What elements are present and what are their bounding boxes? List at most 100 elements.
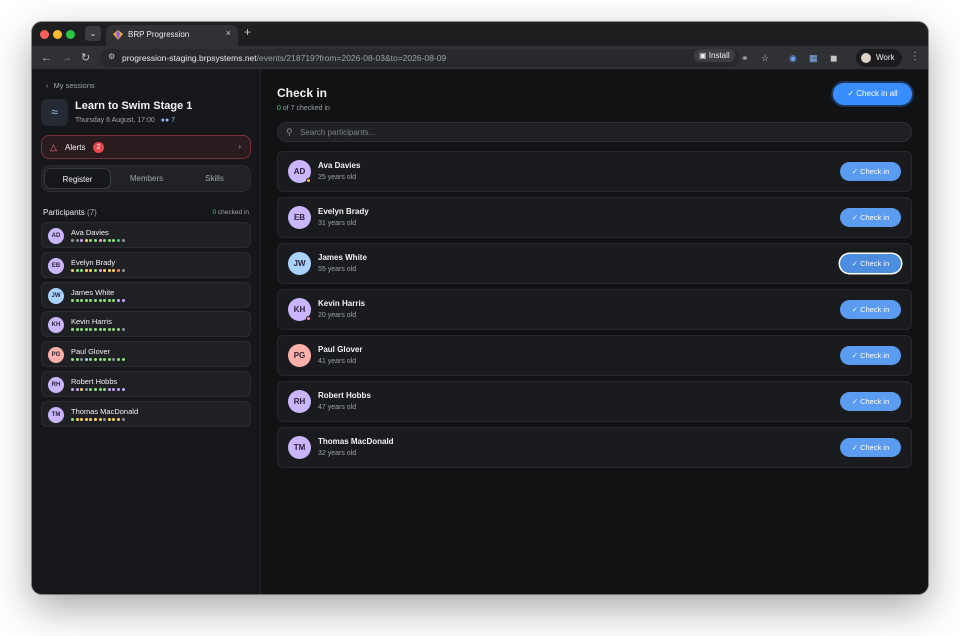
check-icon: ✓ bbox=[851, 351, 861, 360]
profile-button[interactable]: Work bbox=[856, 49, 902, 67]
swim-wave-icon: ≈ bbox=[41, 99, 68, 126]
search-box: ⚲ bbox=[277, 122, 912, 142]
participant-name: Ava Davies bbox=[318, 161, 361, 170]
skill-dot bbox=[98, 268, 102, 272]
participant-age: 55 years old bbox=[318, 266, 357, 273]
participant-name: Paul Glover bbox=[318, 345, 363, 354]
site-settings-icon[interactable]: ⚙ bbox=[108, 52, 115, 61]
page-content: ‹ My sessions ≈ Learn to Swim Stage 1 Thu… bbox=[32, 70, 928, 594]
back-arrow-icon[interactable]: ← bbox=[41, 51, 52, 65]
skill-dot bbox=[112, 298, 116, 302]
address-bar[interactable]: ⚙ progression-staging.brpsystems.net/eve… bbox=[100, 49, 740, 67]
participant-item[interactable]: AD Ava Davies bbox=[41, 222, 251, 248]
skill-dot bbox=[103, 328, 107, 332]
bookmark-star-icon[interactable]: ☆ bbox=[761, 52, 769, 64]
skill-dot bbox=[116, 239, 120, 242]
tab-members[interactable]: Members bbox=[113, 168, 180, 189]
skill-dot bbox=[71, 358, 74, 362]
skill-dot bbox=[107, 268, 111, 272]
profile-label: Work bbox=[876, 53, 895, 62]
avatar: AD bbox=[48, 228, 64, 244]
skill-dot bbox=[75, 298, 79, 302]
check-in-label: Check in bbox=[860, 305, 890, 314]
minimize-window-button[interactable] bbox=[53, 30, 62, 39]
skill-dot bbox=[75, 268, 79, 272]
skill-dot bbox=[103, 239, 107, 242]
translate-icon[interactable]: ▦ bbox=[809, 52, 818, 64]
session-datetime: Thursday 6 August, 17:00 bbox=[75, 117, 155, 124]
browser-toolbar: ← → ↻ ⚙ progression-staging.brpsystems.n… bbox=[32, 46, 928, 70]
participant-name: Robert Hobbs bbox=[318, 391, 371, 400]
check-in-button[interactable]: ✓ Check in bbox=[840, 254, 901, 273]
checked-in-suffix: of 7 checked in bbox=[282, 105, 330, 112]
warning-triangle-icon: △ bbox=[50, 142, 57, 152]
tab-search-button[interactable]: ⌄ bbox=[85, 26, 101, 41]
participant-item[interactable]: PG Paul Glover bbox=[41, 341, 251, 368]
install-app-button[interactable]: ▣ Install bbox=[694, 49, 735, 62]
check-in-label: Check in bbox=[860, 397, 890, 406]
skill-dot bbox=[80, 417, 84, 421]
skill-dot bbox=[93, 358, 97, 362]
skill-dot bbox=[98, 417, 102, 421]
reload-icon[interactable]: ↻ bbox=[81, 51, 90, 65]
session-count: 7 bbox=[171, 117, 176, 124]
tab-title: BRP Progression bbox=[128, 30, 190, 39]
avatar-initials: KH bbox=[293, 305, 306, 314]
extensions-puzzle-icon[interactable]: ◼ bbox=[830, 52, 837, 64]
back-label: My sessions bbox=[53, 81, 95, 90]
check-in-button[interactable]: ✓ Check in bbox=[840, 392, 901, 411]
check-in-button[interactable]: ✓ Check in bbox=[840, 438, 901, 457]
check-in-button[interactable]: ✓ Check in bbox=[840, 300, 901, 319]
participant-item[interactable]: JW James White bbox=[41, 281, 251, 308]
participant-item[interactable]: TM Thomas MacDonald bbox=[41, 400, 251, 427]
check-in-button[interactable]: ✓ Check in bbox=[840, 208, 901, 227]
check-icon: ✓ bbox=[851, 443, 861, 452]
participant-item[interactable]: EB Evelyn Brady bbox=[41, 251, 251, 278]
check-in-button[interactable]: ✓ Check in bbox=[840, 162, 901, 181]
browser-menu-icon[interactable]: ⋮ bbox=[910, 51, 920, 62]
skill-dot bbox=[103, 358, 107, 362]
check-in-button[interactable]: ✓ Check in bbox=[840, 346, 901, 365]
tab-skills[interactable]: Skills bbox=[181, 168, 248, 189]
participant-item[interactable]: KH Kevin Harris bbox=[41, 311, 251, 338]
skill-dot bbox=[71, 268, 74, 272]
participant-item[interactable]: RH Robert Hobbs bbox=[41, 370, 251, 397]
participant-age: 47 years old bbox=[318, 404, 357, 411]
search-input[interactable] bbox=[298, 125, 898, 139]
skill-dot bbox=[121, 298, 125, 302]
tab-register[interactable]: Register bbox=[44, 168, 111, 189]
install-label: Install bbox=[708, 51, 730, 60]
skill-dot bbox=[116, 417, 120, 421]
avatar: PG bbox=[288, 344, 311, 367]
skill-dot bbox=[112, 417, 116, 421]
back-to-sessions-link[interactable]: ‹ My sessions bbox=[46, 81, 100, 90]
participant-age: 25 years old bbox=[318, 174, 357, 181]
avatar: JW bbox=[288, 252, 311, 275]
skill-dot bbox=[121, 417, 125, 421]
forward-arrow-icon[interactable]: → bbox=[61, 51, 72, 65]
avatar: RH bbox=[48, 376, 64, 393]
close-tab-icon[interactable]: × bbox=[226, 28, 231, 38]
extension-shield-icon[interactable]: ◉ bbox=[789, 52, 797, 64]
checked-in-summary: 0 of 7 checked in bbox=[277, 105, 330, 112]
close-window-button[interactable] bbox=[40, 30, 49, 39]
participant-name: Thomas MacDonald bbox=[318, 437, 394, 446]
skill-dot bbox=[80, 239, 84, 242]
tab-brp-progression[interactable]: BRP Progression × bbox=[106, 25, 238, 46]
session-subtitle: Thursday 6 August, 17:00 ●● 7 bbox=[75, 117, 175, 124]
password-key-icon[interactable]: ⚭ bbox=[741, 52, 749, 64]
skill-dot bbox=[71, 417, 74, 421]
skill-dot bbox=[116, 268, 120, 272]
skill-dot bbox=[93, 417, 97, 421]
avatar-initials: TM bbox=[293, 443, 306, 452]
avatar: EB bbox=[288, 206, 311, 229]
avatar: KH bbox=[288, 298, 311, 321]
check-in-row: RH Robert Hobbs 47 years old ✓ Check in bbox=[277, 381, 912, 422]
skill-dot bbox=[75, 387, 79, 391]
new-tab-button[interactable]: + bbox=[244, 25, 251, 39]
alerts-button[interactable]: △ Alerts 2 › bbox=[41, 135, 251, 159]
check-in-all-button[interactable]: ✓ Check in all bbox=[833, 83, 912, 105]
status-indicator bbox=[306, 316, 311, 321]
avatar: TM bbox=[48, 406, 64, 423]
zoom-window-button[interactable] bbox=[66, 30, 75, 39]
